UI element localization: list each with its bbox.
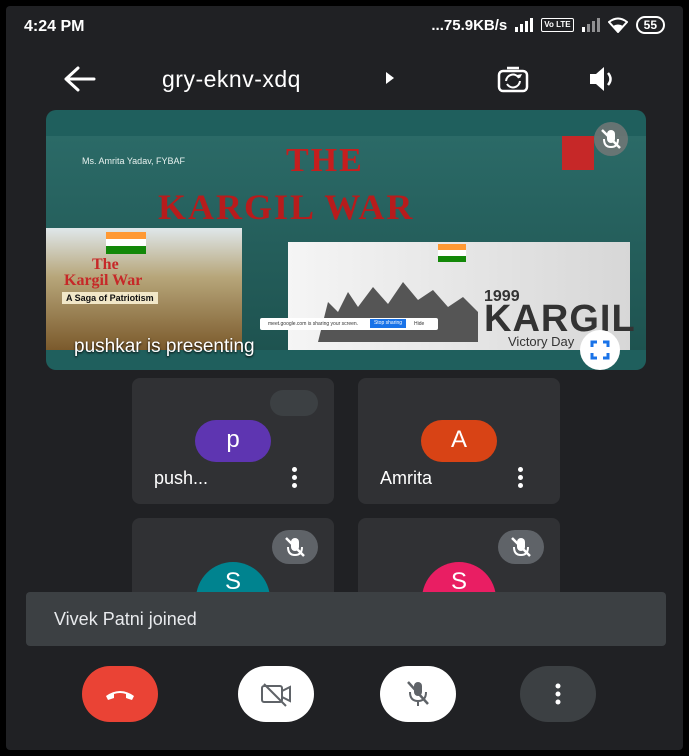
poster-left-line2: Kargil War [64, 272, 143, 289]
speaker-icon[interactable] [586, 64, 620, 94]
participant-tile-1[interactable]: p push... [132, 378, 334, 504]
volte-badge: Vo LTE [541, 18, 574, 32]
battery-indicator: 55 [635, 16, 665, 34]
fullscreen-icon[interactable] [580, 330, 620, 370]
meeting-code[interactable]: gry-eknv-xdq [162, 66, 301, 93]
call-controls [6, 654, 683, 734]
soldiers-silhouette [318, 282, 478, 342]
status-bar: 4:24 PM ...75.9KB/s Vo LTE 55 [6, 6, 683, 46]
shared-slide: Ms. Amrita Yadav, FYBAF THE KARGIL WAR T… [46, 136, 646, 350]
slide-title-line1: THE [286, 142, 364, 179]
screen-share-bar: meet.google.com is sharing your screen. … [260, 318, 438, 330]
mic-off-icon [272, 530, 318, 564]
slide-decoration [562, 136, 594, 170]
mic-toggle-button[interactable] [380, 666, 456, 722]
join-toast: Vivek Patni joined [26, 592, 666, 646]
camera-toggle-button[interactable] [238, 666, 314, 722]
avatar: p [195, 420, 271, 462]
wifi-icon [607, 17, 628, 33]
more-options-button[interactable] [520, 666, 596, 722]
participant-name: push... [154, 468, 209, 488]
toast-message: Vivek Patni joined [54, 609, 197, 629]
more-vert-icon[interactable] [284, 464, 304, 490]
avatar: A [421, 420, 497, 462]
presentation-view[interactable]: Ms. Amrita Yadav, FYBAF THE KARGIL WAR T… [46, 110, 646, 370]
mic-off-icon [407, 681, 429, 706]
end-call-icon [106, 691, 134, 700]
camera-off-icon [261, 683, 291, 707]
stop-sharing-button: Stop sharing [370, 319, 406, 328]
share-bar-text: meet.google.com is sharing your screen. [268, 321, 359, 327]
app-bar: gry-eknv-xdq [6, 54, 683, 102]
back-arrow-icon[interactable] [62, 64, 98, 94]
participant-tile-2[interactable]: A Amrita [358, 378, 560, 504]
presenting-label: pushkar is presenting [74, 336, 255, 357]
mic-off-icon [498, 530, 544, 564]
flag-icon [438, 244, 466, 262]
status-indicators: ...75.9KB/s Vo LTE 55 [431, 16, 665, 34]
more-vert-icon[interactable] [510, 464, 530, 490]
dropdown-caret-icon[interactable] [386, 72, 394, 84]
more-vert-icon [555, 683, 561, 705]
end-call-button[interactable] [82, 666, 158, 722]
slide-title-line2: KARGIL WAR [158, 187, 415, 227]
network-speed: ...75.9KB/s [431, 16, 508, 34]
mic-off-icon [594, 122, 628, 156]
signal-icon-2 [581, 18, 600, 32]
poster-right-subtitle: Victory Day [508, 334, 575, 349]
hide-button: Hide [414, 321, 425, 327]
switch-camera-icon[interactable] [496, 62, 530, 96]
poster-right-image: 1999 KARGIL Victory Day [288, 242, 635, 350]
poster-left-line3: A Saga of Patriotism [62, 292, 158, 304]
meet-screen: 4:24 PM ...75.9KB/s Vo LTE 55 gry-eknv-x… [6, 6, 683, 750]
poster-left-image: The Kargil War A Saga of Patriotism [46, 228, 242, 350]
audio-indicator [270, 390, 318, 416]
flag-icon [106, 232, 146, 254]
participant-name: Amrita [380, 468, 433, 488]
slide-author: Ms. Amrita Yadav, FYBAF [82, 156, 186, 166]
signal-icon [515, 18, 534, 32]
status-time: 4:24 PM [24, 18, 85, 35]
